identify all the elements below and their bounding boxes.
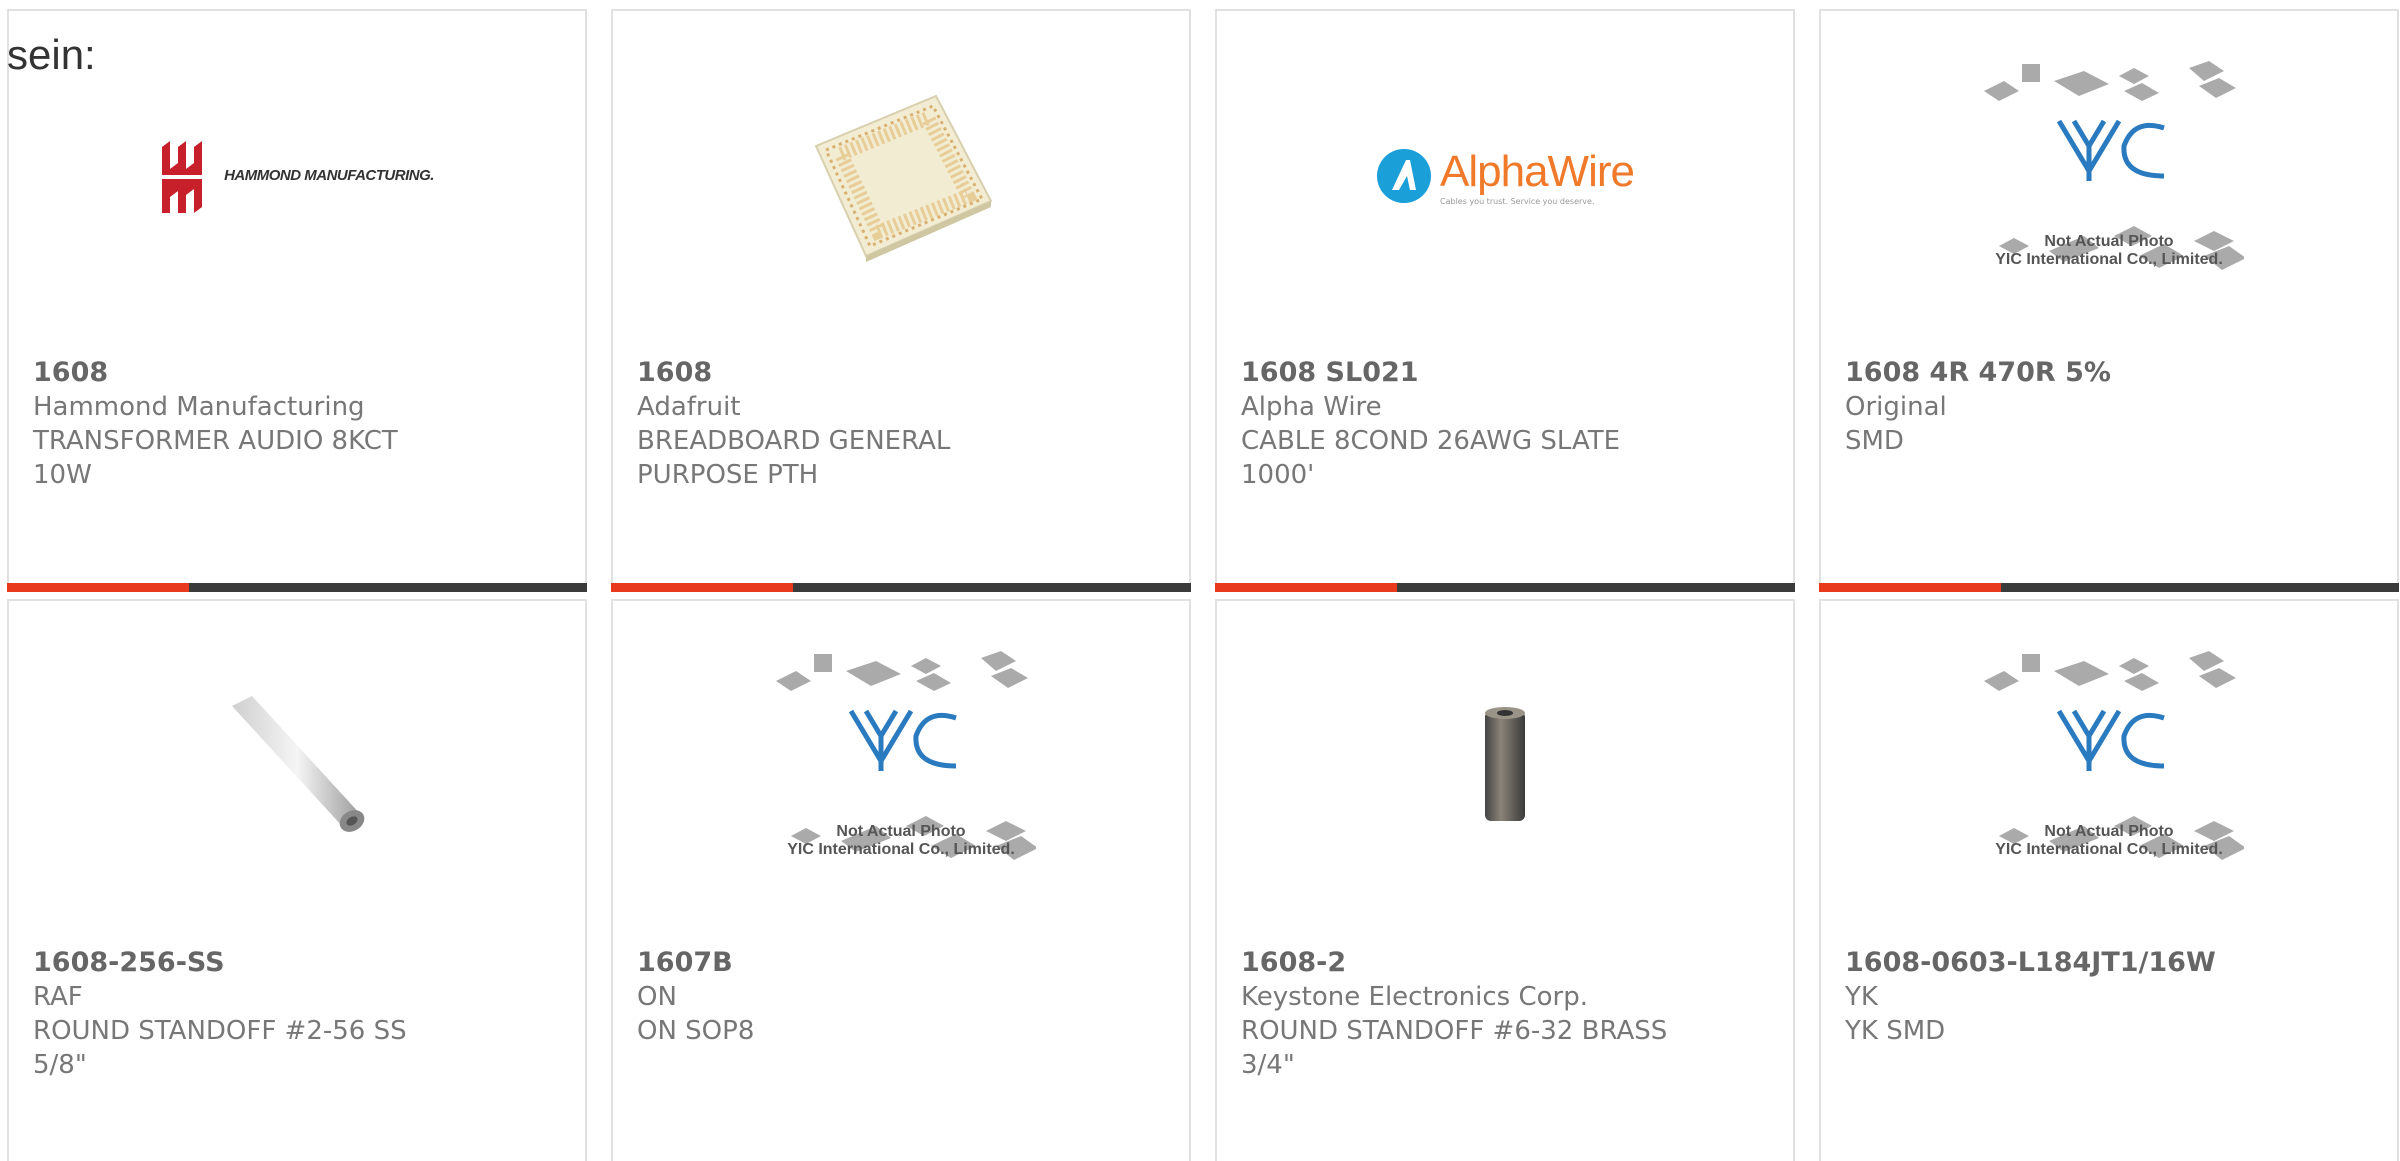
description-line-1: ON SOP8 xyxy=(637,1016,755,1046)
product-card[interactable]: 1608 Adafruit BREADBOARD GENERAL PURPOSE… xyxy=(611,9,1191,592)
product-card[interactable]: Not Actual Photo YIC International Co., L… xyxy=(611,599,1191,1161)
hammond-logo-text: HAMMOND MANUFACTURING. xyxy=(224,167,434,184)
description-line-1: ROUND STANDOFF #6-32 BRASS xyxy=(1241,1016,1668,1046)
alphawire-logo-text: AlphaWire xyxy=(1440,146,1635,196)
card-progress-bar xyxy=(7,583,587,592)
part-number[interactable]: 1608 xyxy=(33,356,565,390)
product-card[interactable]: Not Actual Photo YIC International Co., L… xyxy=(1819,9,2399,592)
product-card[interactable]: 1608-2 Keystone Electronics Corp. ROUND … xyxy=(1215,599,1795,1161)
standoff-brass-image xyxy=(1485,707,1525,821)
part-number[interactable]: 1608 SL021 xyxy=(1241,356,1773,390)
yic-caption: Not Actual Photo YIC International Co., L… xyxy=(1995,233,2223,268)
product-card[interactable]: 1608-256-SS RAF ROUND STANDOFF #2-56 SS … xyxy=(7,599,587,1161)
product-grid-page: { "intro_text": "sein:", "colors": { "ac… xyxy=(0,0,2400,1161)
yic-caption: Not Actual Photo YIC International Co., L… xyxy=(787,823,1015,858)
card-progress-bar xyxy=(1819,583,2399,592)
manufacturer: ON xyxy=(637,982,677,1012)
card-progress-bar xyxy=(611,583,1191,592)
hammond-logo: HAMMOND MANUFACTURING. xyxy=(157,61,437,291)
description-line-1: ROUND STANDOFF #2-56 SS xyxy=(33,1016,407,1046)
alphawire-logo: AlphaWire Cables you trust. Service you … xyxy=(1365,61,1645,291)
part-number[interactable]: 1608-256-SS xyxy=(33,946,565,980)
description-line-1: YK SMD xyxy=(1845,1016,1946,1046)
description-line-2: 1000' xyxy=(1241,460,1315,490)
description-line-1: BREADBOARD GENERAL xyxy=(637,426,951,456)
description-line-2: 3/4" xyxy=(1241,1050,1295,1080)
manufacturer: Hammond Manufacturing xyxy=(33,392,365,422)
card-progress-bar xyxy=(1215,583,1795,592)
description-line-1: TRANSFORMER AUDIO 8KCT xyxy=(33,426,398,456)
standoff-image xyxy=(232,696,365,832)
intro-text: sein: xyxy=(7,31,96,78)
description-line-2: 5/8" xyxy=(33,1050,87,1080)
breadboard-image xyxy=(814,94,993,262)
alphawire-mark-icon xyxy=(1377,149,1432,203)
manufacturer: YK xyxy=(1845,982,1878,1012)
product-card[interactable]: Not Actual Photo YIC International Co., L… xyxy=(1819,599,2399,1161)
part-number[interactable]: 1608-0603-L184JT1/16W xyxy=(1845,946,2377,980)
manufacturer: Adafruit xyxy=(637,392,741,422)
standoff-brass-photo xyxy=(1365,651,1645,881)
part-number[interactable]: 1608 xyxy=(637,356,1169,390)
manufacturer: RAF xyxy=(33,982,83,1012)
product-card[interactable]: AlphaWire Cables you trust. Service you … xyxy=(1215,9,1795,592)
product-card[interactable]: HAMMOND MANUFACTURING. 1608 Hammond Manu… xyxy=(7,9,587,592)
description-line-1: CABLE 8COND 26AWG SLATE xyxy=(1241,426,1621,456)
manufacturer: Original xyxy=(1845,392,1947,422)
standoff-photo xyxy=(157,651,437,881)
manufacturer: Alpha Wire xyxy=(1241,392,1382,422)
breadboard-photo xyxy=(761,61,1041,291)
hammond-mark-icon xyxy=(162,141,203,213)
manufacturer: Keystone Electronics Corp. xyxy=(1241,982,1589,1012)
description-line-1: SMD xyxy=(1845,426,1904,456)
part-number[interactable]: 1608-2 xyxy=(1241,946,1773,980)
part-number[interactable]: 1608 4R 470R 5% xyxy=(1845,356,2377,390)
description-line-2: 10W xyxy=(33,460,92,490)
part-number[interactable]: 1607B xyxy=(637,946,1169,980)
description-line-2: PURPOSE PTH xyxy=(637,460,819,490)
yic-caption: Not Actual Photo YIC International Co., L… xyxy=(1995,823,2223,858)
alphawire-tagline: Cables you trust. Service you deserve. xyxy=(1440,196,1595,206)
